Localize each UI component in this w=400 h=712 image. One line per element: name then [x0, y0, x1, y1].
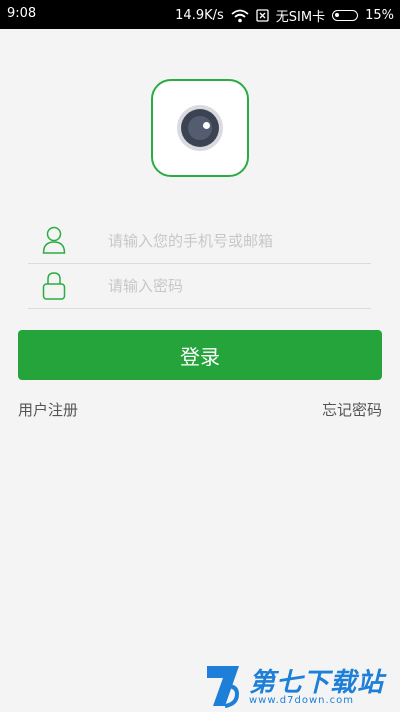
account-field — [28, 219, 371, 264]
network-speed: 14.9K/s — [175, 8, 224, 23]
watermark-title: 第七下载站 — [249, 668, 385, 698]
password-input[interactable] — [106, 270, 370, 302]
watermark-logo-icon — [203, 662, 245, 712]
register-link[interactable]: 用户注册 — [18, 399, 78, 420]
no-sim-icon — [256, 9, 269, 22]
lock-icon — [42, 271, 66, 305]
password-field — [28, 264, 371, 309]
status-time: 9:08 — [7, 6, 37, 21]
battery-icon — [332, 10, 359, 21]
login-button[interactable]: 登录 — [18, 330, 382, 380]
status-bar: 9:08 14.9K/s 无SIM卡 15% — [0, 0, 400, 29]
watermark: 第七下载站 www.d7down.com — [203, 660, 395, 708]
user-icon — [42, 226, 66, 258]
wifi-icon — [231, 9, 249, 23]
watermark-url: www.d7down.com — [249, 695, 355, 706]
app-logo — [151, 79, 249, 177]
status-right: 14.9K/s 无SIM卡 15% — [175, 6, 394, 25]
account-input[interactable] — [106, 225, 370, 257]
forgot-password-link[interactable]: 忘记密码 — [322, 399, 382, 420]
battery-percent: 15% — [365, 8, 394, 23]
sim-status: 无SIM卡 — [275, 10, 326, 25]
camera-icon — [177, 105, 223, 151]
